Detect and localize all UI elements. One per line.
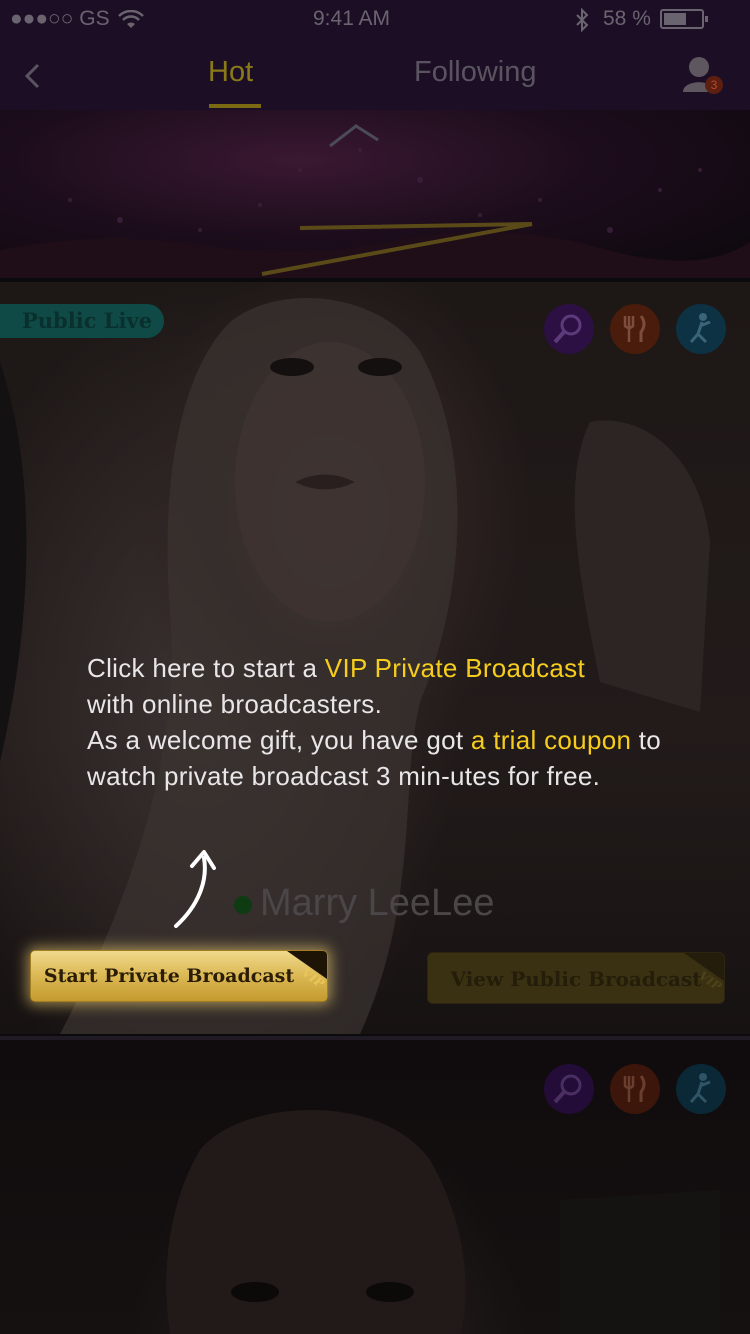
top-nav: Hot Following 3	[0, 40, 750, 110]
coupon-highlight: a trial coupon	[470, 725, 632, 755]
promo-banner[interactable]	[0, 110, 750, 278]
battery-percent: 58 %	[603, 7, 651, 30]
singing-icon[interactable]	[544, 304, 594, 354]
profile-button[interactable]: 3	[680, 54, 723, 96]
start-private-broadcast-button[interactable]: Start Private Broadcast VIP	[30, 950, 328, 1002]
guide-line-3: As a welcome gift, you have got a trial …	[87, 725, 662, 791]
guide-arrow-icon	[174, 850, 216, 928]
dance-icon[interactable]	[676, 304, 726, 354]
vip-highlight: VIP Private Broadcast	[324, 653, 585, 683]
clock: 9:41 AM	[313, 7, 391, 30]
carrier-label: ●●●○○ GS	[10, 7, 110, 30]
tab-hot[interactable]: Hot	[208, 56, 253, 89]
battery-icon	[660, 9, 708, 29]
start-private-broadcast-label: Start Private Broadcast	[43, 965, 295, 987]
view-public-broadcast-button[interactable]: View Public Broadcast VIP	[427, 952, 725, 1004]
food-icon[interactable]	[610, 1064, 660, 1114]
guide-line-1: Click here to start a VIP Private Broadc…	[87, 653, 585, 683]
view-public-broadcast-label: View Public Broadcast	[450, 967, 702, 991]
online-indicator	[234, 896, 252, 914]
guide-line-2: with online broadcasters.	[87, 689, 383, 719]
onboarding-guide-text: Click here to start a VIP Private Broadc…	[87, 650, 687, 794]
food-icon[interactable]	[610, 304, 660, 354]
concert-banner-image	[0, 124, 750, 278]
wifi-icon	[118, 10, 144, 28]
notification-badge: 3	[705, 76, 723, 94]
public-live-badge: Public Live	[0, 304, 164, 338]
active-tab-indicator	[209, 104, 261, 108]
bluetooth-icon	[576, 8, 589, 32]
back-icon[interactable]	[22, 62, 44, 90]
broadcaster-card[interactable]	[0, 1040, 750, 1334]
broadcaster-name: Marry LeeLee	[260, 882, 495, 924]
tab-following[interactable]: Following	[414, 56, 537, 89]
status-bar: ●●●○○ GS 9:41 AM 58 %	[0, 0, 750, 40]
dance-icon[interactable]	[676, 1064, 726, 1114]
singing-icon[interactable]	[544, 1064, 594, 1114]
